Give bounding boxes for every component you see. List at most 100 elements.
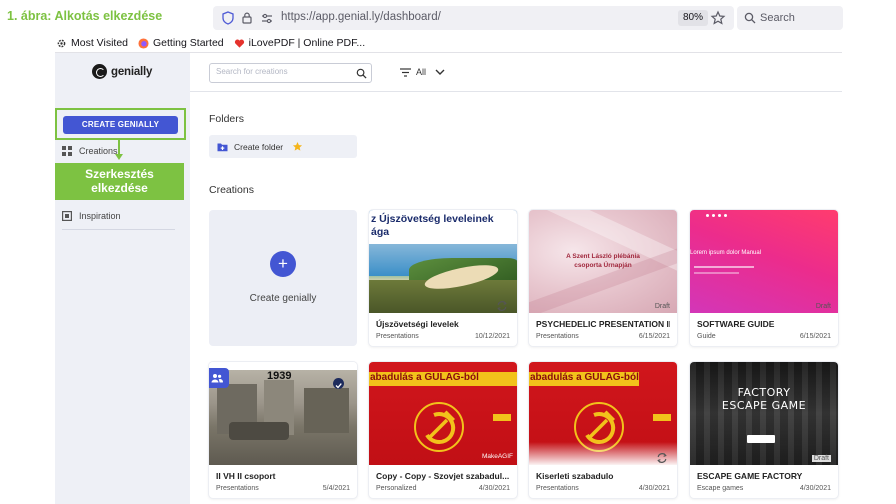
card-date: 4/30/2021 [799,485,831,492]
folder-plus-icon [217,143,228,151]
create-highlight-frame: CREATE GENIALLY [55,108,186,140]
gear-icon [57,39,66,47]
card-meta: Presentations 4/30/2021 [536,485,670,492]
shield-icon[interactable] [221,11,235,25]
url-host: app.genial.ly [315,11,381,23]
annotation-arrow-icon [115,154,123,160]
card-thumbnail[interactable]: FACTORY ESCAPE GAME Draft [690,362,838,465]
card-title: PSYCHEDELIC PRESENTATION II [536,319,670,329]
inspiration-icon [62,211,72,221]
bookmark-most-visited[interactable]: Most Visited [56,37,128,49]
annotation-label: Szerkesztés elkezdése [55,163,184,200]
star-icon [293,142,303,151]
draft-status: Draft [811,455,831,462]
url-bar[interactable]: https://app.genial.ly/dashboard/ 80% [213,6,734,30]
thumb-line-2: ága [371,226,390,238]
card-thumbnail[interactable]: abadulás a GULAG-ból MakeAGIF [369,362,517,465]
creation-card[interactable]: Lorem ipsum dolor Manual Draft SOFTWARE … [690,210,838,346]
creation-card[interactable]: abadulás a GULAG-ból MakeAGIF Copy - Cop… [369,362,517,498]
create-genially-label: Create genially [249,293,317,304]
card-type: Personalized [376,485,417,492]
card-type: Presentations [536,333,579,340]
card-meta: Presentations 5/4/2021 [216,485,350,492]
create-folder-button[interactable]: Create folder [209,135,357,158]
card-meta: Personalized 4/30/2021 [376,485,510,492]
genially-logo[interactable]: genially [92,64,152,79]
creation-card[interactable]: A Szent László plébánia csoporta Úrnapjá… [529,210,677,346]
card-title: Újszövetségi levelek [376,319,459,329]
creation-card[interactable]: abadulás a GULAG-ból Kiserleti szabadulo… [529,362,677,498]
genially-logo-icon [92,64,107,79]
card-date: 10/12/2021 [474,333,510,340]
thumb-start-button [653,414,671,421]
creations-search-box[interactable] [209,63,372,83]
sidebar-item-inspiration[interactable]: Inspiration [62,211,121,221]
card-type: Escape games [697,485,744,492]
card-date: 4/30/2021 [638,485,670,492]
card-thumbnail[interactable]: z Újszövetség leveleinek ága [369,210,517,313]
creation-card[interactable]: FACTORY ESCAPE GAME Draft ESCAPE GAME FA… [690,362,838,498]
card-thumbnail[interactable]: A Szent László plébánia csoporta Úrnapjá… [529,210,677,313]
card-title: Kiserleti szabadulo [536,471,614,481]
creations-search-input[interactable] [216,67,351,76]
card-thumbnail[interactable]: 1939 [209,362,357,465]
url-text[interactable]: https://app.genial.ly/dashboard/ [281,11,441,23]
card-title: II VH II csoport [216,471,276,481]
creation-card[interactable]: 1939 II VH II csoport Presentations 5/4/… [209,362,357,498]
url-path: /dashboard/ [380,11,441,23]
bookmark-ilovepdf[interactable]: iLovePDF | Online PDF... [234,37,366,49]
draft-status: Draft [654,303,670,310]
thumb-line-2: csoporta Úrnapján [574,262,632,269]
card-thumbnail-title: abadulás a GULAG-ból [530,372,639,383]
makeagif-watermark: MakeAGIF [481,453,513,460]
thumb-line-1: FACTORY [737,386,791,399]
bookmark-label: iLovePDF | Online PDF... [248,37,366,49]
creations-title: Creations [209,184,254,196]
bookmark-label: Getting Started [153,37,224,49]
creations-filter-dropdown[interactable]: All [400,67,445,77]
card-thumbnail[interactable]: Lorem ipsum dolor Manual Draft [690,210,838,313]
card-thumbnail-title: z Újszövetség leveleinek ága [371,213,517,239]
url-scheme: https:// [281,11,316,23]
shared-badge[interactable] [209,368,229,388]
card-thumbnail-title: Lorem ipsum dolor Manual [690,250,762,256]
annotation-line-2: elkezdése [91,181,148,195]
thumb-start-button [493,414,511,421]
browser-search-label: Search [760,12,795,24]
users-icon [211,374,223,383]
lock-icon[interactable] [240,11,254,25]
plus-icon[interactable]: + [270,251,296,277]
chevron-down-icon [435,69,445,75]
card-meta: Escape games 4/30/2021 [697,485,831,492]
card-meta: Presentations 6/15/2021 [536,333,670,340]
create-genially-button[interactable]: CREATE GENIALLY [63,116,178,134]
thumb-start-button [747,435,775,443]
card-thumbnail-title: abadulás a GULAG-ból [370,372,479,383]
zoom-level-badge[interactable]: 80% [678,10,709,26]
create-genially-card[interactable]: + Create genially [209,210,357,346]
thumb-line-2: ESCAPE GAME [721,399,807,412]
bookmark-getting-started[interactable]: Getting Started [138,37,224,49]
annotation-line-1: Szerkesztés [85,167,154,181]
sidebar-item-label: Creations [79,146,118,156]
card-date: 5/4/2021 [322,485,350,492]
folders-title: Folders [209,113,245,125]
search-icon[interactable] [356,68,367,79]
sync-icon[interactable] [496,300,508,312]
logo-text: genially [111,65,153,78]
sidebar-item-creations[interactable]: Creations [62,146,118,156]
card-thumbnail-title: A Szent László plébánia csoporta Úrnapjá… [529,252,677,270]
sync-icon[interactable] [656,452,668,464]
window-dots [706,214,727,217]
card-thumbnail-title: 1939 [267,370,292,382]
thumb-line-1: z Újszövetség leveleinek [371,213,494,225]
bookmark-star-icon[interactable] [710,10,726,26]
hammer-sickle-icon [414,402,464,452]
heart-icon [234,39,244,48]
card-thumbnail[interactable]: abadulás a GULAG-ból [529,362,677,465]
permissions-icon[interactable] [260,11,274,25]
creation-card[interactable]: z Újszövetség leveleinek ága Újszövetség… [369,210,517,346]
browser-search-bar[interactable]: Search [737,6,843,30]
sidebar: genially CREATE GENIALLY Creations Inspi… [55,53,190,504]
card-title: Copy - Copy - Szovjet szabadul... [376,471,510,481]
